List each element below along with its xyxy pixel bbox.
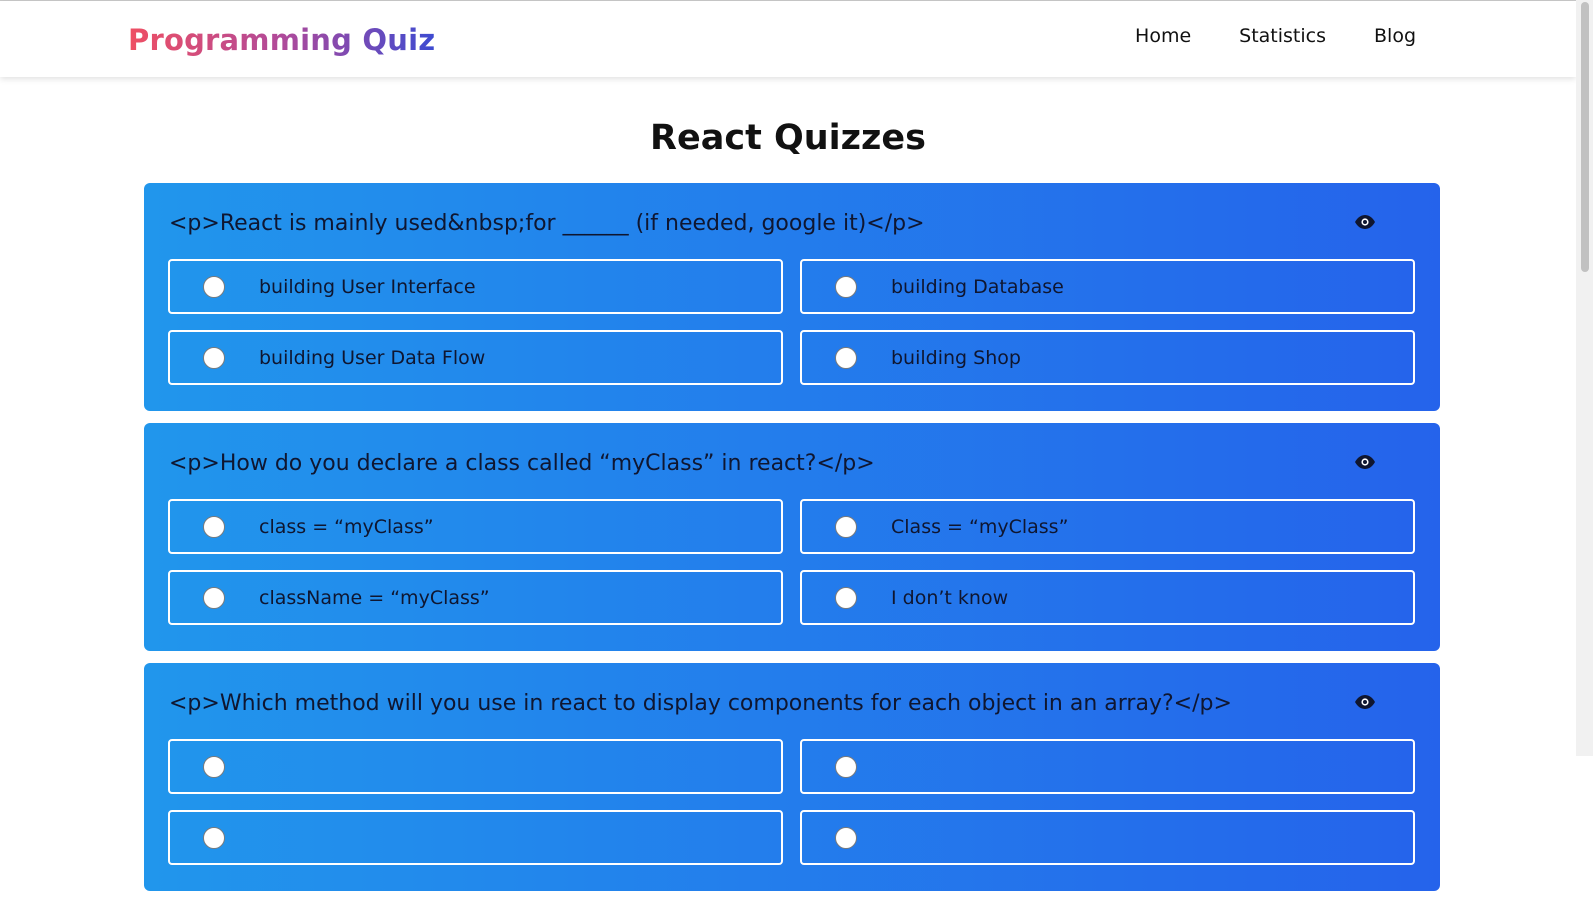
- radio-button[interactable]: [835, 826, 857, 849]
- option[interactable]: class = “myClass”: [168, 499, 783, 554]
- nav-links: Home Statistics Blog: [1135, 25, 1416, 47]
- option-label: className = “myClass”: [259, 586, 490, 609]
- option-label: building Shop: [891, 346, 1021, 369]
- option-label: I don’t know: [891, 586, 1009, 609]
- option[interactable]: [168, 810, 783, 865]
- radio-button[interactable]: [835, 586, 857, 609]
- question-text: <p>React is mainly used&nbsp;for ______ …: [169, 211, 925, 236]
- question-card: <p>How do you declare a class called “my…: [144, 423, 1440, 651]
- options-grid: class = “myClass” Class = “myClass” clas…: [168, 499, 1415, 625]
- option-label: Class = “myClass”: [891, 515, 1069, 538]
- options-grid: [168, 739, 1415, 865]
- radio-button[interactable]: [835, 755, 857, 778]
- radio-button[interactable]: [835, 275, 857, 298]
- eye-icon[interactable]: [1354, 213, 1376, 231]
- scrollbar-thumb[interactable]: [1581, 2, 1589, 272]
- option-label: class = “myClass”: [259, 515, 434, 538]
- vertical-scrollbar[interactable]: [1576, 0, 1593, 756]
- option[interactable]: I don’t know: [800, 570, 1415, 625]
- radio-button[interactable]: [203, 515, 225, 538]
- radio-button[interactable]: [203, 826, 225, 849]
- option[interactable]: className = “myClass”: [168, 570, 783, 625]
- question-card: <p>Which method will you use in react to…: [144, 663, 1440, 891]
- question-card: <p>React is mainly used&nbsp;for ______ …: [144, 183, 1440, 411]
- radio-button[interactable]: [203, 346, 225, 369]
- option[interactable]: building Shop: [800, 330, 1415, 385]
- nav-blog[interactable]: Blog: [1374, 25, 1416, 47]
- quiz-list: <p>React is mainly used&nbsp;for ______ …: [144, 183, 1440, 903]
- question-text: <p>How do you declare a class called “my…: [169, 451, 875, 476]
- option-label: building Database: [891, 275, 1064, 298]
- brand-logo[interactable]: Programming Quiz: [128, 23, 435, 57]
- eye-icon[interactable]: [1354, 693, 1376, 711]
- option[interactable]: [800, 739, 1415, 794]
- page-title: React Quizzes: [650, 118, 926, 158]
- option-label: building User Data Flow: [259, 346, 486, 369]
- question-text: <p>Which method will you use in react to…: [169, 691, 1232, 716]
- navbar: Programming Quiz Home Statistics Blog: [0, 1, 1576, 77]
- option-label: building User Interface: [259, 275, 476, 298]
- option[interactable]: [168, 739, 783, 794]
- radio-button[interactable]: [203, 275, 225, 298]
- radio-button[interactable]: [203, 586, 225, 609]
- option[interactable]: building User Interface: [168, 259, 783, 314]
- option[interactable]: building User Data Flow: [168, 330, 783, 385]
- radio-button[interactable]: [835, 346, 857, 369]
- radio-button[interactable]: [203, 755, 225, 778]
- eye-icon[interactable]: [1354, 453, 1376, 471]
- option[interactable]: building Database: [800, 259, 1415, 314]
- option[interactable]: Class = “myClass”: [800, 499, 1415, 554]
- options-grid: building User Interface building Databas…: [168, 259, 1415, 385]
- option[interactable]: [800, 810, 1415, 865]
- nav-home[interactable]: Home: [1135, 25, 1191, 47]
- nav-statistics[interactable]: Statistics: [1239, 25, 1326, 47]
- radio-button[interactable]: [835, 515, 857, 538]
